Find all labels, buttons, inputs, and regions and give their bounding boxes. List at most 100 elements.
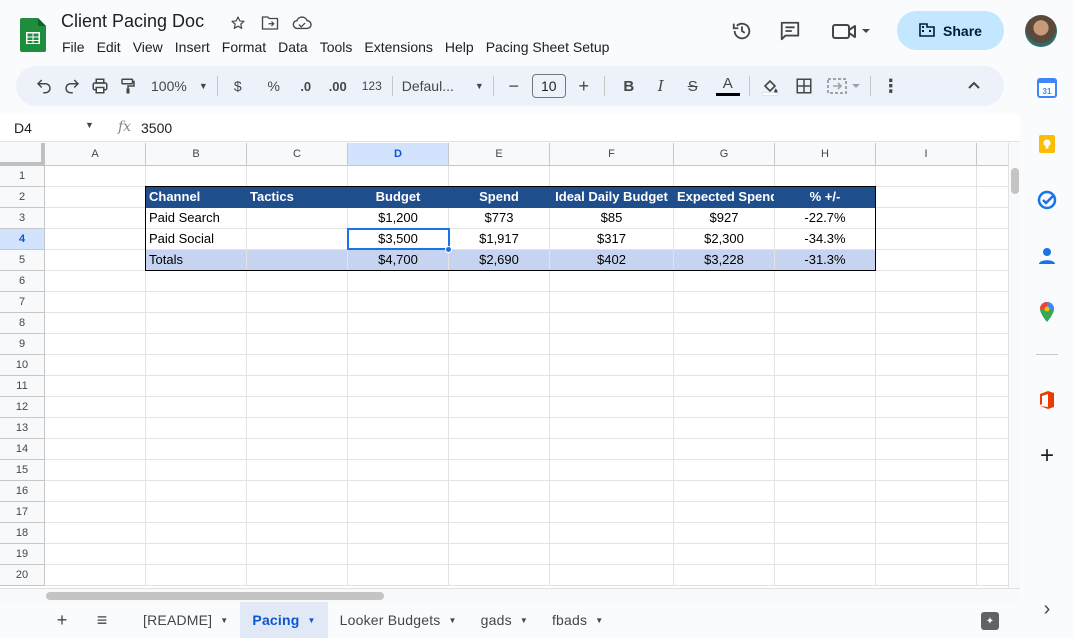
grid-cell[interactable] — [775, 481, 876, 502]
grid-cell[interactable] — [550, 271, 674, 292]
grid-cell[interactable] — [348, 397, 449, 418]
grid-cell[interactable] — [876, 502, 977, 523]
totals-cell[interactable]: $3,228 — [674, 250, 775, 271]
paint-format-icon[interactable] — [114, 72, 142, 100]
decrease-decimal-button[interactable]: .0 — [292, 72, 320, 100]
grid-cell[interactable] — [977, 334, 1008, 355]
more-options-icon[interactable]: ⋮ — [877, 72, 905, 100]
grid-cell[interactable] — [247, 355, 348, 376]
collapse-menus-icon[interactable] — [960, 72, 988, 100]
table-cell[interactable]: Paid Search — [146, 208, 247, 229]
grid-cell[interactable] — [449, 334, 550, 355]
table-header-cell[interactable]: Channel — [146, 187, 247, 208]
grid-cell[interactable] — [247, 502, 348, 523]
table-cell[interactable] — [247, 208, 348, 229]
grid-cell[interactable] — [674, 565, 775, 586]
table-cell[interactable] — [247, 229, 348, 250]
grid-cell[interactable] — [146, 376, 247, 397]
grid-cell[interactable] — [45, 229, 146, 250]
menu-data[interactable]: Data — [272, 38, 314, 56]
grid-cell[interactable] — [876, 187, 977, 208]
grid-cell[interactable] — [775, 292, 876, 313]
grid-cell[interactable] — [550, 166, 674, 187]
grid-cell[interactable] — [146, 355, 247, 376]
grid-cell[interactable] — [146, 271, 247, 292]
grid-cell[interactable] — [550, 313, 674, 334]
grid-cell[interactable] — [977, 292, 1008, 313]
row-header-19[interactable]: 19 — [0, 544, 45, 565]
grid-cell[interactable] — [449, 502, 550, 523]
grid-cell[interactable] — [977, 565, 1008, 586]
grid-cell[interactable] — [348, 166, 449, 187]
grid-cell[interactable] — [247, 418, 348, 439]
grid-cell[interactable] — [45, 565, 146, 586]
grid-cell[interactable] — [977, 208, 1008, 229]
grid-cell[interactable] — [146, 523, 247, 544]
grid-cell[interactable] — [348, 565, 449, 586]
grid-cell[interactable] — [876, 334, 977, 355]
expand-panel-icon[interactable]: › — [1037, 598, 1057, 620]
grid-cell[interactable] — [977, 271, 1008, 292]
table-cell[interactable]: $927 — [674, 208, 775, 229]
grid-cell[interactable] — [977, 544, 1008, 565]
name-box[interactable]: D4 — [14, 120, 32, 136]
grid-cell[interactable] — [247, 271, 348, 292]
grid-cell[interactable] — [977, 229, 1008, 250]
grid-cell[interactable] — [247, 460, 348, 481]
grid-cell[interactable] — [550, 418, 674, 439]
sheet-tab-pacing[interactable]: Pacing ▼ — [240, 602, 328, 638]
menu-tools[interactable]: Tools — [314, 38, 359, 56]
menu-help[interactable]: Help — [439, 38, 480, 56]
sheet-tab-readme[interactable]: [README] ▼ — [131, 602, 240, 638]
grid-cell[interactable] — [876, 439, 977, 460]
row-header-3[interactable]: 3 — [0, 208, 45, 229]
vertical-scrollbar[interactable] — [1008, 143, 1020, 588]
grid-cell[interactable] — [45, 166, 146, 187]
grid-cell[interactable] — [775, 166, 876, 187]
grid-cell[interactable] — [550, 334, 674, 355]
table-cell[interactable]: $85 — [550, 208, 674, 229]
grid-cell[interactable] — [247, 439, 348, 460]
grid-cell[interactable] — [876, 544, 977, 565]
grid-cell[interactable] — [876, 376, 977, 397]
star-icon[interactable] — [226, 12, 250, 34]
table-header-cell[interactable]: Ideal Daily Budget — [550, 187, 674, 208]
grid-cell[interactable] — [550, 502, 674, 523]
cloud-status-icon[interactable] — [290, 12, 314, 34]
row-header-7[interactable]: 7 — [0, 292, 45, 313]
grid-cell[interactable] — [449, 166, 550, 187]
all-sheets-button[interactable]: ≡ — [85, 602, 119, 638]
grid-cell[interactable] — [876, 481, 977, 502]
name-box-caret-icon[interactable]: ▼ — [85, 120, 94, 130]
grid-cell[interactable] — [550, 355, 674, 376]
grid-cell[interactable] — [674, 271, 775, 292]
totals-cell[interactable] — [247, 250, 348, 271]
grid-cell[interactable] — [348, 460, 449, 481]
row-header-9[interactable]: 9 — [0, 334, 45, 355]
share-button[interactable]: Share — [897, 11, 1004, 50]
grid-cell[interactable] — [348, 334, 449, 355]
grid-cell[interactable] — [247, 397, 348, 418]
grid-cell[interactable] — [674, 523, 775, 544]
grid-cell[interactable] — [876, 460, 977, 481]
avatar[interactable] — [1025, 15, 1057, 47]
grid-cell[interactable] — [45, 544, 146, 565]
grid-cell[interactable] — [775, 355, 876, 376]
document-title[interactable]: Client Pacing Doc — [61, 11, 204, 32]
grid-cell[interactable] — [348, 292, 449, 313]
grid-cell[interactable] — [146, 502, 247, 523]
row-header-13[interactable]: 13 — [0, 418, 45, 439]
grid-cell[interactable] — [45, 418, 146, 439]
grid-cell[interactable] — [674, 397, 775, 418]
grid-cell[interactable] — [876, 271, 977, 292]
grid-cell[interactable] — [550, 481, 674, 502]
grid-cell[interactable] — [348, 271, 449, 292]
text-color-button[interactable]: A — [713, 72, 743, 100]
tasks-icon[interactable] — [1037, 190, 1057, 210]
grid-cell[interactable] — [449, 292, 550, 313]
select-all-corner[interactable] — [0, 143, 45, 166]
grid-cell[interactable] — [550, 523, 674, 544]
grid-cell[interactable] — [977, 439, 1008, 460]
grid-cell[interactable] — [674, 502, 775, 523]
totals-cell[interactable]: $4,700 — [348, 250, 449, 271]
